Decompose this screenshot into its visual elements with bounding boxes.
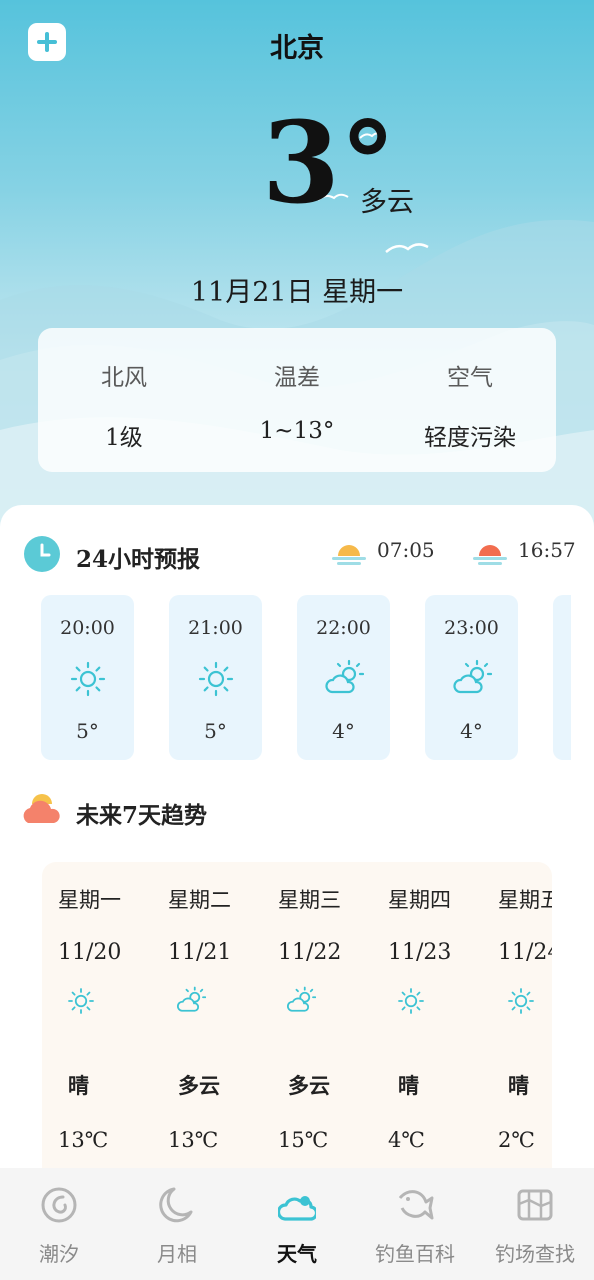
day-temp: 2℃: [498, 1128, 535, 1152]
partly-cloudy-icon: [453, 659, 492, 694]
hourly-card[interactable]: 20:00 5°: [41, 595, 134, 760]
hero-background: 北京 3° 多云 11月21日 星期一 北风 1级 温差 1~13° 空气 轻度…: [0, 0, 594, 540]
sunny-icon: [198, 661, 234, 697]
hour-time: 21:00: [188, 617, 243, 639]
nav-label: 钓鱼百科: [375, 1242, 455, 1266]
weekly-title: 未来7天趋势: [76, 802, 208, 829]
day-weekday: 星期四: [388, 888, 451, 912]
cloud-icon: [278, 1196, 316, 1221]
weather-page: 北京 3° 多云 11月21日 星期一 北风 1级 温差 1~13° 空气 轻度…: [0, 0, 594, 1280]
day-date: 11/21: [168, 940, 232, 965]
detail-label: 空气: [447, 365, 493, 391]
detail-label: 北风: [101, 365, 147, 391]
day-weekday: 星期二: [168, 888, 231, 912]
day-date: 11/24: [498, 940, 552, 965]
fish-icon: [398, 1190, 434, 1220]
partly-cloudy-icon: [286, 986, 316, 1012]
tide-icon: [41, 1187, 77, 1223]
hour-temp: 4°: [332, 719, 355, 743]
day-date: 11/23: [388, 940, 452, 965]
city-name[interactable]: 北京: [0, 26, 594, 65]
hourly-card[interactable]: 23:00 4°: [425, 595, 518, 760]
hour-temp: 4°: [460, 719, 483, 743]
sun-cloud-icon: [23, 794, 60, 823]
moon-icon: [159, 1187, 193, 1223]
nav-item-tide[interactable]: 潮汐: [0, 1168, 118, 1280]
nav-item-weather[interactable]: 天气: [238, 1168, 356, 1280]
nav-item-fishing-wiki[interactable]: 钓鱼百科: [356, 1168, 474, 1280]
sunrise-icon: [332, 545, 366, 565]
sunny-icon: [398, 988, 424, 1014]
weather-details-card: 北风 1级 温差 1~13° 空气 轻度污染: [38, 328, 556, 472]
sunny-icon: [70, 661, 106, 697]
nav-label: 天气: [277, 1242, 317, 1266]
day-weekday: 星期一: [58, 888, 121, 912]
hourly-card[interactable]: 21:00 5°: [169, 595, 262, 760]
weekly-forecast: 星期一 11/20 晴 13℃ 星期二 11/21 多云 13℃ 星期三 11/…: [42, 862, 552, 1182]
day-condition: 晴: [68, 1073, 89, 1098]
sunset-icon: [473, 545, 507, 565]
day-condition: 晴: [508, 1073, 529, 1098]
partly-cloudy-icon: [325, 659, 364, 694]
hour-time: 22:00: [316, 617, 371, 639]
nav-label: 月相: [157, 1242, 197, 1266]
nav-item-spot-finder[interactable]: 钓场查找: [476, 1168, 594, 1280]
sunset-time: 16:57: [518, 538, 576, 562]
day-date: 11/20: [58, 940, 122, 965]
nav-label: 潮汐: [39, 1242, 79, 1266]
day-weekday: 星期三: [278, 888, 341, 912]
detail-value: 1~13°: [259, 418, 335, 444]
hourly-card-partial: [553, 595, 571, 760]
day-temp: 15℃: [278, 1128, 329, 1152]
hour-time: 20:00: [60, 617, 115, 639]
day-temp: 13℃: [168, 1128, 219, 1152]
nav-item-moon[interactable]: 月相: [118, 1168, 236, 1280]
current-condition: 多云: [360, 187, 414, 218]
current-date: 11月21日 星期一: [190, 277, 404, 308]
day-weekday: 星期五: [498, 888, 552, 912]
day-condition: 多云: [288, 1073, 330, 1098]
hourly-card[interactable]: 22:00 4°: [297, 595, 390, 760]
hourly-title: 24小时预报: [76, 546, 201, 573]
nav-label: 钓场查找: [495, 1242, 575, 1266]
hour-temp: 5°: [204, 719, 227, 743]
bottom-nav: 潮汐 月相 天气 钓鱼百科 钓场查找: [0, 1168, 594, 1280]
hour-temp: 5°: [76, 719, 99, 743]
day-condition: 多云: [178, 1073, 220, 1098]
clock-icon: [24, 536, 60, 572]
detail-label: 温差: [274, 365, 320, 391]
sunny-icon: [508, 988, 534, 1014]
map-icon: [517, 1189, 553, 1221]
sunrise-time: 07:05: [377, 538, 435, 562]
detail-value: 1级: [105, 425, 143, 451]
day-temp: 4℃: [388, 1128, 425, 1152]
partly-cloudy-icon: [176, 986, 206, 1012]
hour-time: 23:00: [444, 617, 499, 639]
detail-value: 轻度污染: [424, 425, 516, 451]
day-condition: 晴: [398, 1073, 419, 1098]
day-temp: 13℃: [58, 1128, 109, 1152]
sunny-icon: [68, 988, 94, 1014]
day-date: 11/22: [278, 940, 342, 965]
